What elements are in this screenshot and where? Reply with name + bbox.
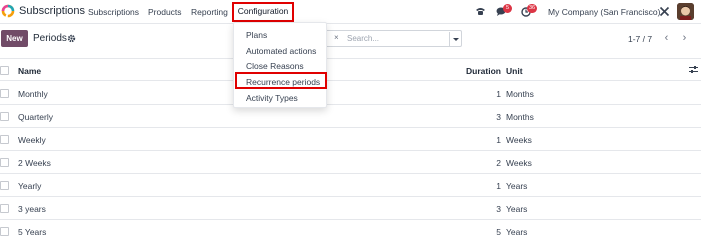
cell-name: Monthly <box>18 89 48 99</box>
cell-name: 5 Years <box>18 227 47 237</box>
column-header-duration[interactable]: Duration <box>466 66 501 76</box>
row-checkbox[interactable] <box>0 181 9 190</box>
messages-badge: 5 <box>503 4 512 13</box>
caret-down-icon <box>449 32 459 46</box>
company-switcher[interactable]: My Company (San Francisco) <box>548 7 660 17</box>
cell-unit: Years <box>506 227 528 237</box>
cell-unit: Weeks <box>506 158 532 168</box>
cell-duration: 3 <box>496 112 501 122</box>
menu-item-activity-types[interactable]: Activity Types <box>246 93 298 103</box>
nav-configuration-label: Configuration <box>237 6 289 16</box>
cell-unit: Months <box>506 112 534 122</box>
top-navbar: Subscriptions Subscriptions Products Rep… <box>0 0 701 24</box>
pager-value[interactable]: 1-7 / 7 <box>628 34 652 44</box>
pager-next-icon[interactable]: › <box>676 30 693 47</box>
cell-duration: 1 <box>496 89 501 99</box>
user-avatar[interactable] <box>677 3 694 20</box>
table-row[interactable]: 2 Weeks 2 Weeks <box>0 151 701 174</box>
table-row[interactable]: 3 years 3 Years <box>0 197 701 220</box>
column-header-name[interactable]: Name <box>18 66 41 76</box>
table-row[interactable]: Monthly 1 Months <box>0 82 701 105</box>
app-logo-icon[interactable] <box>1 4 15 18</box>
cell-name: 2 Weeks <box>18 158 51 168</box>
configuration-dropdown: Plans Automated actions Close Reasons Re… <box>233 22 327 108</box>
table-row[interactable]: Weekly 1 Weeks <box>0 128 701 151</box>
cell-duration: 1 <box>496 135 501 145</box>
nav-products[interactable]: Products <box>148 7 182 17</box>
table-row[interactable]: 5 Years 5 Years <box>0 220 701 241</box>
menu-item-automated-actions[interactable]: Automated actions <box>246 46 316 56</box>
search-options-toggle[interactable] <box>449 32 462 46</box>
cell-duration: 3 <box>496 204 501 214</box>
cell-unit: Years <box>506 181 528 191</box>
phone-icon[interactable] <box>475 6 486 17</box>
cell-name: Weekly <box>18 135 46 145</box>
cell-unit: Weeks <box>506 135 532 145</box>
optional-columns-icon[interactable] <box>689 65 698 74</box>
cell-duration: 2 <box>496 158 501 168</box>
cell-name: Yearly <box>18 181 42 191</box>
menu-item-plans[interactable]: Plans <box>246 30 267 40</box>
column-header-unit[interactable]: Unit <box>506 66 523 76</box>
nav-reporting[interactable]: Reporting <box>191 7 228 17</box>
cell-name: Quarterly <box>18 112 53 122</box>
facet-remove-icon[interactable]: × <box>334 33 339 42</box>
gear-icon[interactable] <box>67 34 76 43</box>
cell-name: 3 years <box>18 204 46 214</box>
nav-subscriptions[interactable]: Subscriptions <box>88 7 139 17</box>
cell-duration: 5 <box>496 227 501 237</box>
row-checkbox[interactable] <box>0 112 9 121</box>
row-checkbox[interactable] <box>0 135 9 144</box>
search-input[interactable]: Search... <box>347 34 379 43</box>
menu-item-recurrence-periods[interactable]: Recurrence periods <box>246 77 320 87</box>
cell-unit: Months <box>506 89 534 99</box>
app-name[interactable]: Subscriptions <box>19 5 85 17</box>
pager-previous-icon[interactable]: ‹ <box>658 30 675 47</box>
menu-item-close-reasons[interactable]: Close Reasons <box>246 61 304 71</box>
row-checkbox[interactable] <box>0 227 9 236</box>
row-checkbox[interactable] <box>0 204 9 213</box>
search-bar[interactable]: × Search... <box>313 30 462 47</box>
row-checkbox[interactable] <box>0 158 9 167</box>
table-row[interactable]: Quarterly 3 Months <box>0 105 701 128</box>
cell-duration: 1 <box>496 181 501 191</box>
select-all-checkbox[interactable] <box>0 66 9 75</box>
avatar-image-icon <box>677 3 694 20</box>
nav-configuration[interactable]: Configuration <box>232 2 294 22</box>
table-header: Name Duration Unit <box>0 58 701 81</box>
row-checkbox[interactable] <box>0 89 9 98</box>
table-row[interactable]: Yearly 1 Years <box>0 174 701 197</box>
page-title: Periods <box>33 33 67 44</box>
new-button[interactable]: New <box>1 30 28 47</box>
activities-badge: 36 <box>527 4 538 13</box>
debug-tools-icon[interactable] <box>659 6 670 17</box>
cell-unit: Years <box>506 204 528 214</box>
